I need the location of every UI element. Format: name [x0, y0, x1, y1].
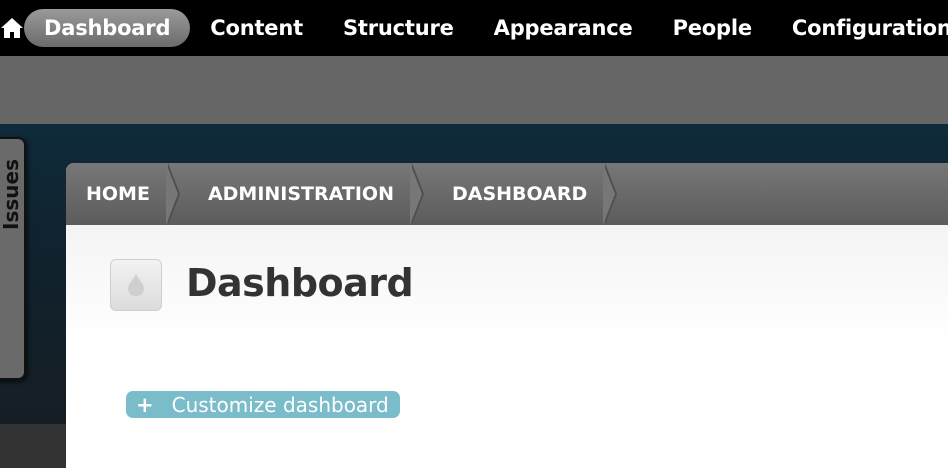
nav-item-dashboard[interactable]: Dashboard: [24, 9, 191, 47]
nav-item-configuration[interactable]: Configuration: [772, 9, 948, 47]
nav-item-appearance[interactable]: Appearance: [474, 9, 653, 47]
admin-toolbar: Dashboard Content Structure Appearance P…: [0, 0, 948, 56]
breadcrumb: HOME ADMINISTRATION DASHBOARD: [66, 163, 948, 225]
main-panel: HOME ADMINISTRATION DASHBOARD Dashboard …: [66, 163, 948, 468]
breadcrumb-administration[interactable]: ADMINISTRATION: [188, 163, 432, 225]
drupal-drop-icon: [110, 259, 162, 311]
issues-tab[interactable]: Issues: [0, 137, 26, 380]
customize-dashboard-label: Customize dashboard: [171, 392, 389, 417]
issues-tab-label: Issues: [0, 159, 23, 230]
toolbar-nav: Dashboard Content Structure Appearance P…: [24, 0, 948, 56]
shortcut-bar: [0, 56, 948, 124]
nav-item-structure[interactable]: Structure: [323, 9, 474, 47]
plus-icon: +: [136, 392, 154, 417]
home-link[interactable]: [0, 0, 24, 56]
nav-item-people[interactable]: People: [653, 9, 772, 47]
customize-dashboard-button[interactable]: + Customize dashboard: [126, 391, 400, 418]
nav-item-content[interactable]: Content: [190, 9, 323, 47]
breadcrumb-dashboard[interactable]: DASHBOARD: [432, 163, 625, 225]
page-title: Dashboard: [186, 261, 414, 305]
breadcrumb-home[interactable]: HOME: [66, 163, 188, 225]
home-icon: [1, 18, 23, 38]
